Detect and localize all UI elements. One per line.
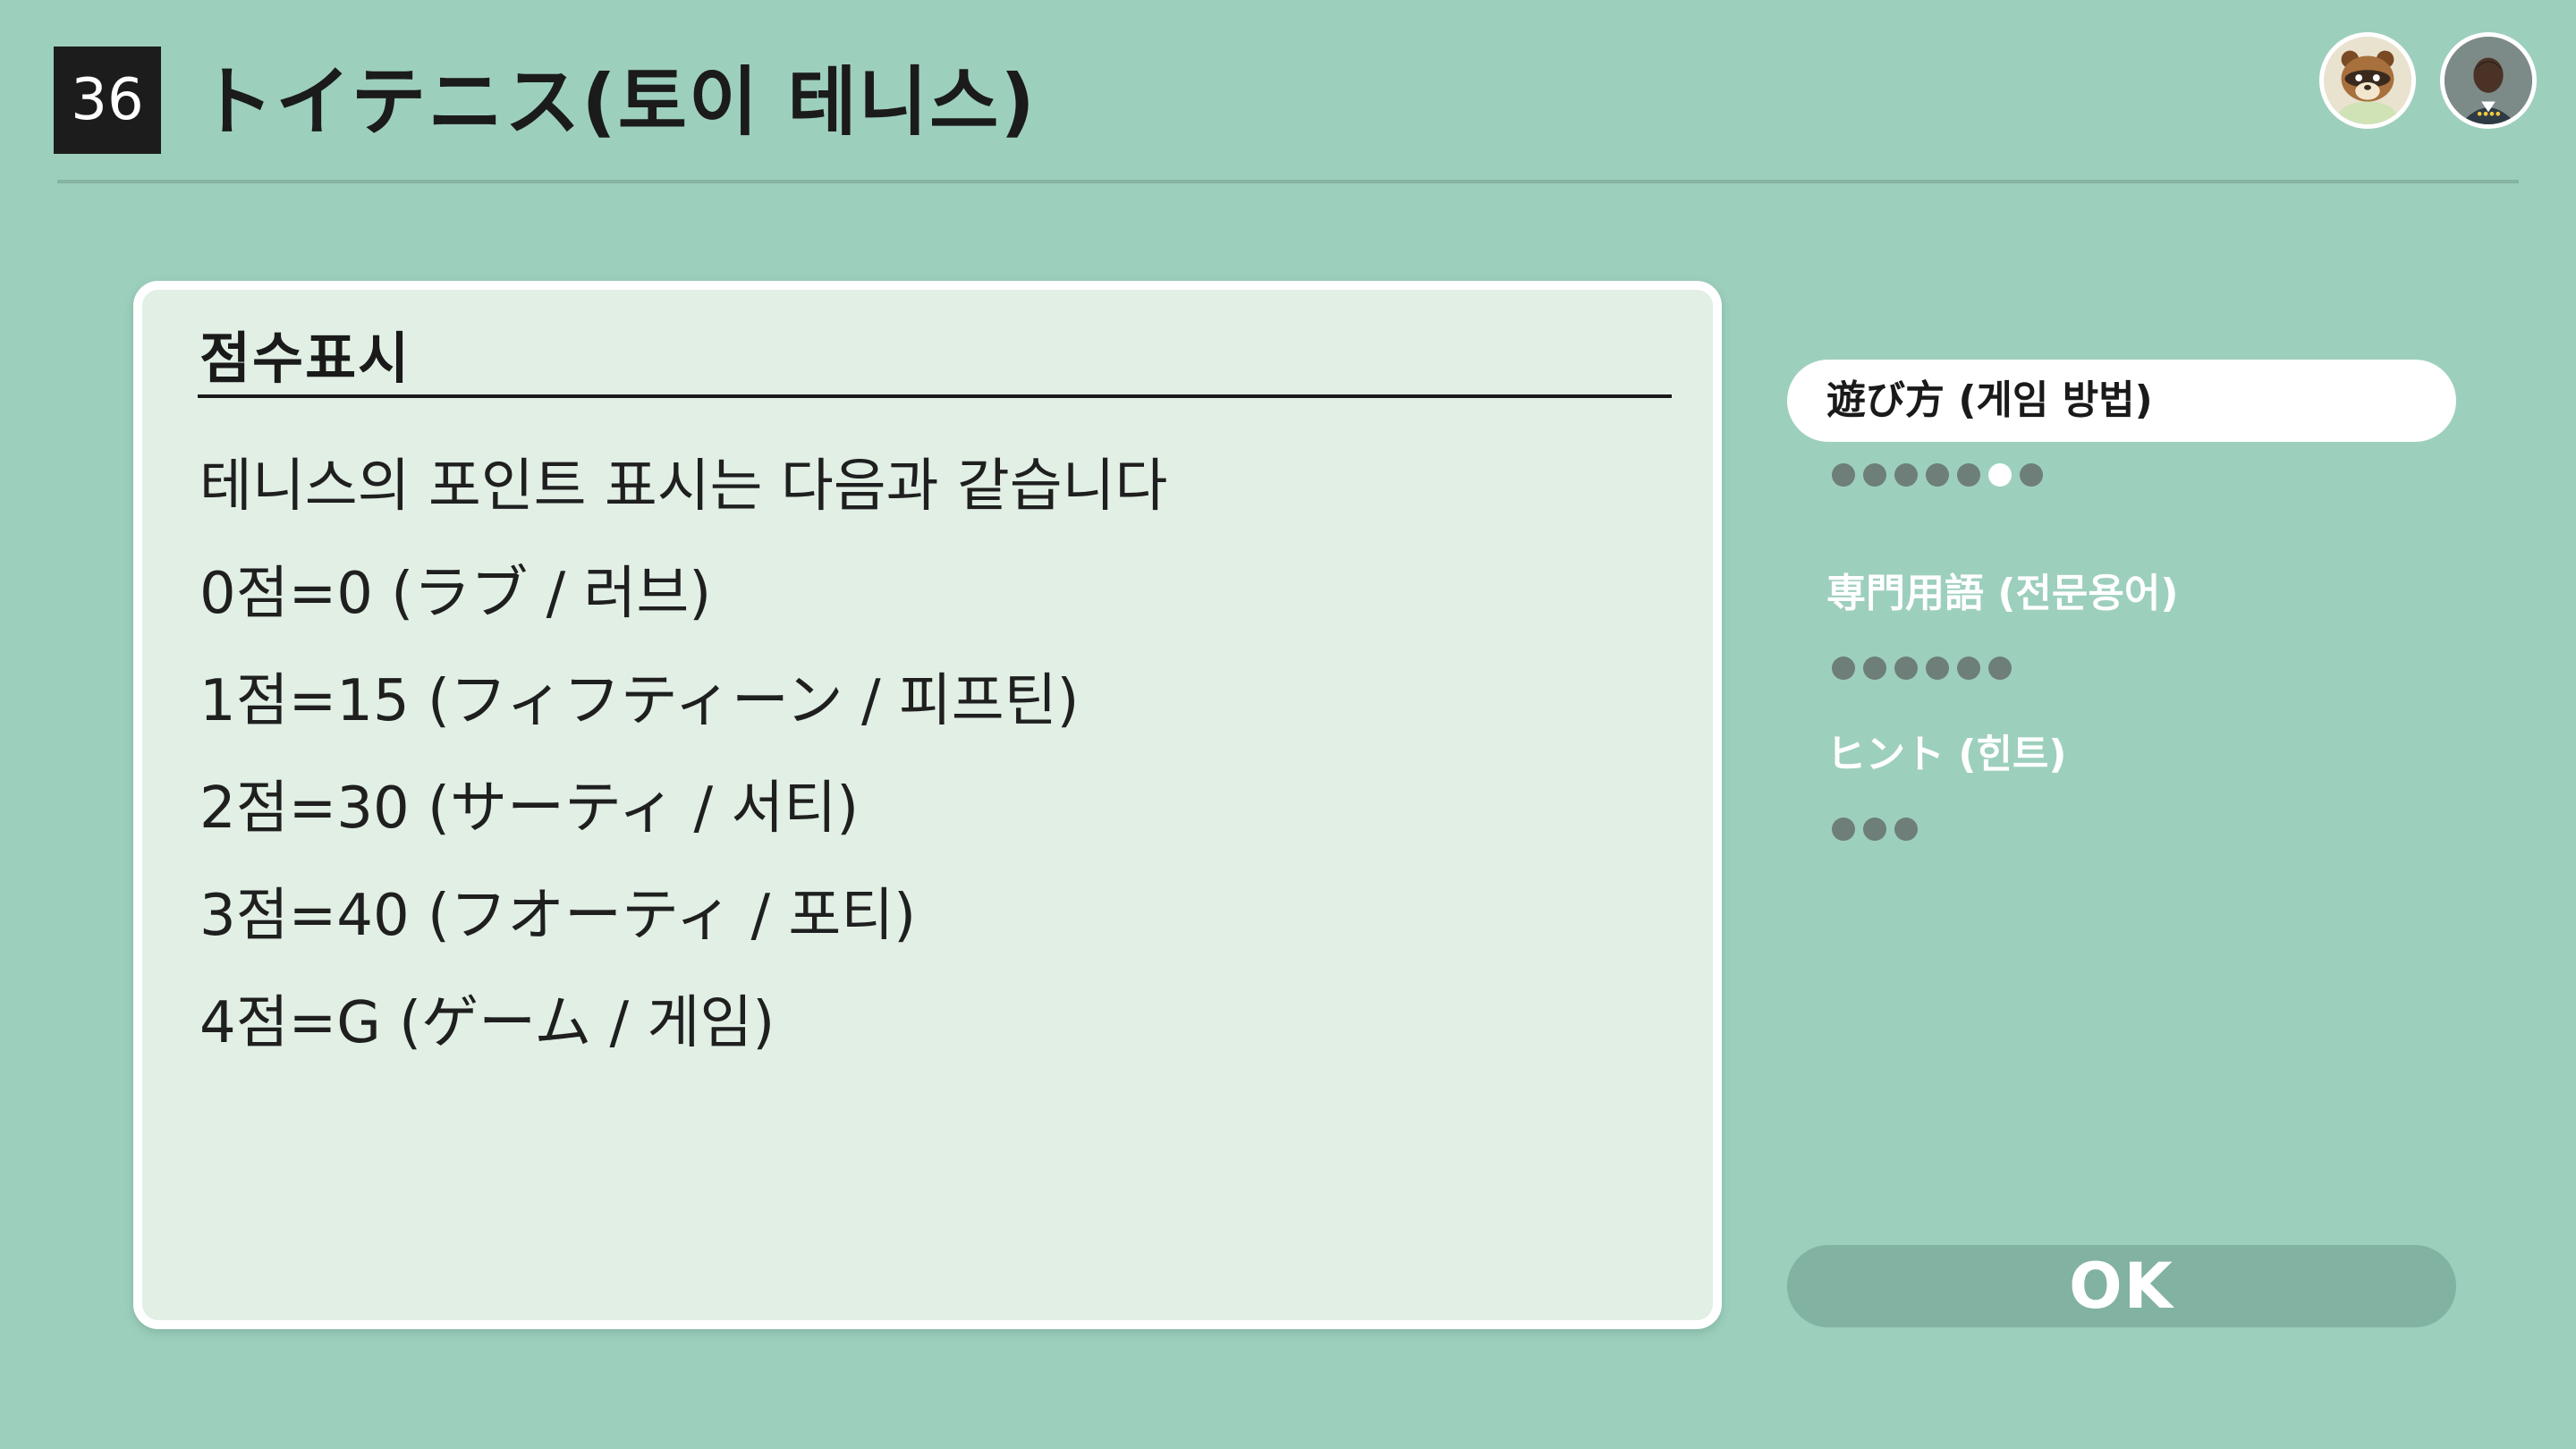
header: 36 トイテニス(토이 테니스) <box>0 0 2576 188</box>
rules-panel: 점수표시 테니스의 포인트 표시는 다음과 같습니다 0점=0 (ラブ / 러브… <box>133 281 1722 1329</box>
page-dot <box>1863 657 1886 680</box>
menu-item-label: ヒント (힌트) <box>1826 732 2067 777</box>
menu-item-label: 専門用語 (전문용어) <box>1826 571 2179 616</box>
page-dot <box>1926 657 1949 680</box>
player-avatar-icon[interactable] <box>2440 32 2537 129</box>
page-dot <box>1832 657 1855 680</box>
panel-heading: 점수표시 <box>199 326 411 391</box>
ok-button[interactable]: OK <box>1787 1245 2456 1327</box>
page-dot <box>1832 818 1855 841</box>
panel-text-line: 3점=40 (フオーティ / 포티) <box>199 883 917 949</box>
header-divider <box>57 180 2519 183</box>
panel-text-line: 2점=30 (サーティ / 서티) <box>199 775 860 842</box>
page-dot <box>1863 818 1886 841</box>
page-dot-current <box>1988 463 2012 487</box>
panel-text-lines: 테니스의 포인트 표시는 다음과 같습니다 0점=0 (ラブ / 러브) 1점=… <box>199 433 1167 1077</box>
game-title: トイテニス(토이 테니스) <box>199 58 1037 146</box>
game-number-badge: 36 <box>54 47 161 154</box>
panel-text-line: 4점=G (ゲーム / 게임) <box>199 990 775 1056</box>
page-dot <box>1894 463 1918 487</box>
panel-text-line: 0점=0 (ラブ / 러브) <box>199 561 712 627</box>
page-dot <box>2020 463 2043 487</box>
page-indicator <box>1832 816 1918 843</box>
page-indicator <box>1832 655 2012 682</box>
panel-text-line: 1점=15 (フィフティーン / 피프틴) <box>199 668 1080 734</box>
page-dot <box>1957 463 1980 487</box>
page-dot <box>1832 463 1855 487</box>
page-dot <box>1926 463 1949 487</box>
panel-heading-divider <box>198 394 1672 398</box>
page-dot <box>1894 818 1918 841</box>
raccoon-character-avatar-icon[interactable] <box>2319 32 2416 129</box>
page-dot <box>1863 463 1886 487</box>
page-dot <box>1988 657 2012 680</box>
page-indicator <box>1832 462 2043 488</box>
menu-item-label: 遊び方 (게임 방법) <box>1826 377 2153 423</box>
page-dot <box>1957 657 1980 680</box>
page-dot <box>1894 657 1918 680</box>
panel-text-line: 테니스의 포인트 표시는 다음과 같습니다 <box>199 453 1168 520</box>
